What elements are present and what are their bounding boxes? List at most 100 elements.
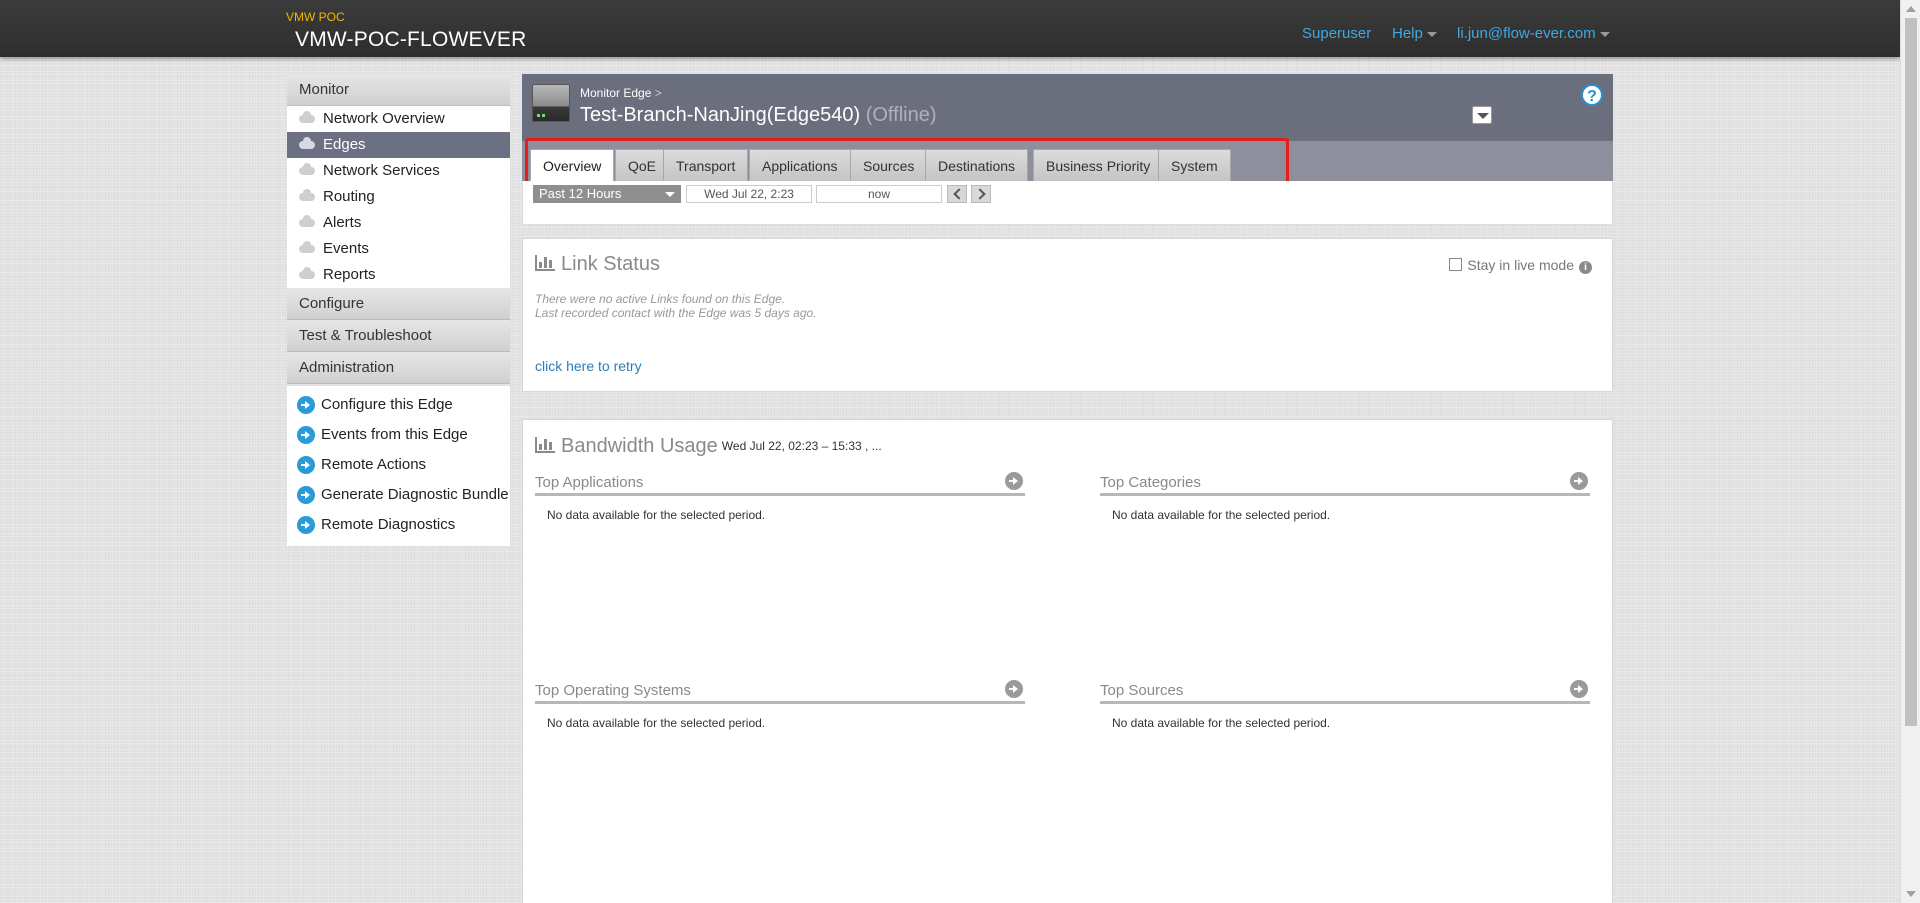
sidebar-item-routing[interactable]: Routing (287, 184, 510, 210)
monitor-list: Network Overview Edges Network Services … (287, 106, 510, 288)
arrow-right-circle-icon (297, 426, 315, 444)
bandwidth-title: Bandwidth Usage Wed Jul 22, 02:23 – 15:33… (535, 435, 882, 458)
sidebar-section-test-troubleshoot[interactable]: Test & Troubleshoot (287, 320, 510, 352)
end-time-field[interactable]: now (816, 185, 942, 203)
link-status-title: Link Status (535, 253, 660, 276)
sidebar-section-monitor[interactable]: Monitor (287, 74, 510, 106)
live-mode-toggle[interactable]: Stay in live mode i (1449, 257, 1592, 274)
superuser-link[interactable]: Superuser (1302, 25, 1371, 42)
sidebar: Monitor Network Overview Edges Network S… (287, 74, 510, 546)
arrow-right-circle-icon[interactable] (1570, 680, 1588, 698)
action-label: Remote Actions (321, 456, 427, 473)
top-sources-section: Top Sources No data available for the se… (1100, 680, 1590, 730)
edge-header: Monitor Edge > Test-Branch-NanJing(Edge5… (522, 74, 1613, 141)
arrow-right-circle-icon (297, 516, 315, 534)
tab-applications[interactable]: Applications (749, 149, 851, 181)
top-categories-label: Top Categories (1100, 474, 1201, 491)
start-time-field[interactable]: Wed Jul 22, 2:23 (686, 185, 812, 203)
cloud-icon (299, 189, 315, 201)
tab-bar: Overview QoE Transport Applications Sour… (522, 141, 1613, 181)
sidebar-section-configure[interactable]: Configure (287, 288, 510, 320)
scroll-thumb[interactable] (1905, 18, 1917, 726)
user-email: li.jun@flow-ever.com (1457, 25, 1596, 42)
breadcrumb-monitor-edge[interactable]: Monitor Edge (580, 86, 651, 100)
cloud-icon (299, 241, 315, 253)
scroll-down-icon[interactable] (1906, 891, 1916, 897)
tab-transport[interactable]: Transport (663, 149, 749, 181)
sidebar-item-label: Events (323, 240, 369, 257)
arrow-right-circle-icon[interactable] (1570, 472, 1588, 490)
page-title: Test-Branch-NanJing(Edge540) (Offline) (580, 104, 936, 127)
org-name[interactable]: VMW-POC-FLOWEVER (295, 28, 526, 52)
arrow-right-circle-icon[interactable] (1005, 680, 1023, 698)
sidebar-section-administration[interactable]: Administration (287, 352, 510, 384)
sidebar-item-label: Reports (323, 266, 376, 283)
scroll-up-icon[interactable] (1906, 6, 1916, 12)
live-mode-label: Stay in live mode (1467, 257, 1574, 273)
sidebar-item-events[interactable]: Events (287, 236, 510, 262)
sidebar-item-label: Routing (323, 188, 375, 205)
bar-chart-icon (535, 437, 555, 453)
chevron-down-icon[interactable] (1472, 106, 1492, 124)
cloud-icon (299, 267, 315, 279)
sidebar-item-edges[interactable]: Edges (287, 132, 510, 158)
tab-business-priority[interactable]: Business Priority (1033, 149, 1164, 181)
period-value: Past 12 Hours (539, 186, 622, 201)
cloud-icon (299, 163, 315, 175)
sidebar-item-reports[interactable]: Reports (287, 262, 510, 288)
no-data-message: No data available for the selected perio… (547, 716, 766, 730)
tab-overview[interactable]: Overview (530, 149, 615, 181)
bar-chart-icon (535, 255, 555, 271)
chevron-down-icon (665, 192, 675, 197)
live-mode-checkbox[interactable] (1449, 258, 1463, 271)
arrow-right-circle-icon[interactable] (1005, 472, 1023, 490)
tab-qoe[interactable]: QoE (615, 149, 670, 181)
top-sources-label: Top Sources (1100, 682, 1184, 699)
arrow-right-circle-icon (297, 396, 315, 414)
sidebar-item-alerts[interactable]: Alerts (287, 210, 510, 236)
sidebar-item-network-services[interactable]: Network Services (287, 158, 510, 184)
top-os-title: Top Operating Systems (535, 680, 1025, 704)
sidebar-item-label: Edges (323, 136, 366, 153)
chevron-right-icon[interactable] (971, 185, 991, 203)
sidebar-item-network-overview[interactable]: Network Overview (287, 106, 510, 132)
page-scrollbar[interactable] (1900, 0, 1920, 903)
link-status-title-text: Link Status (561, 253, 660, 275)
top-applications-section: Top Applications No data available for t… (535, 472, 1025, 522)
bandwidth-usage-panel: Bandwidth Usage Wed Jul 22, 02:23 – 15:33… (522, 419, 1613, 903)
retry-link[interactable]: click here to retry (535, 358, 642, 374)
no-links-message: There were no active Links found on this… (535, 292, 786, 306)
sidebar-item-label: Network Services (323, 162, 440, 179)
breadcrumb-separator: > (654, 86, 662, 100)
action-remote-diagnostics[interactable]: Remote Diagnostics (287, 510, 510, 540)
top-applications-label: Top Applications (535, 474, 644, 491)
cloud-icon (299, 137, 315, 149)
tab-destinations[interactable]: Destinations (925, 149, 1029, 181)
tab-sources[interactable]: Sources (850, 149, 928, 181)
info-icon[interactable]: i (1579, 261, 1592, 274)
sidebar-item-label: Alerts (323, 214, 362, 231)
tab-system[interactable]: System (1158, 149, 1231, 181)
period-select[interactable]: Past 12 Hours (533, 185, 681, 203)
help-icon[interactable]: ? (1581, 84, 1603, 106)
top-categories-title: Top Categories (1100, 472, 1590, 496)
no-data-message: No data available for the selected perio… (1112, 508, 1331, 522)
top-os-label: Top Operating Systems (535, 682, 691, 699)
user-menu[interactable]: li.jun@flow-ever.com (1457, 25, 1610, 42)
edge-device-icon (532, 84, 570, 122)
action-configure-edge[interactable]: Configure this Edge (287, 390, 510, 420)
chevron-left-icon[interactable] (947, 185, 967, 203)
time-range-bar: Past 12 Hours Wed Jul 22, 2:23 now (522, 181, 1613, 225)
action-remote-actions[interactable]: Remote Actions (287, 450, 510, 480)
no-data-message: No data available for the selected perio… (1112, 716, 1331, 730)
action-events-from-edge[interactable]: Events from this Edge (287, 420, 510, 450)
top-categories-section: Top Categories No data available for the… (1100, 472, 1590, 522)
sidebar-item-label: Network Overview (323, 110, 445, 127)
arrow-right-circle-icon (297, 486, 315, 504)
action-generate-diagnostic-bundle[interactable]: Generate Diagnostic Bundle (287, 480, 510, 510)
help-label: Help (1392, 25, 1423, 42)
bandwidth-title-text: Bandwidth Usage (561, 435, 718, 457)
chevron-down-icon (1426, 31, 1437, 37)
help-menu[interactable]: Help (1392, 25, 1437, 42)
breadcrumb: Monitor Edge > (580, 86, 662, 100)
